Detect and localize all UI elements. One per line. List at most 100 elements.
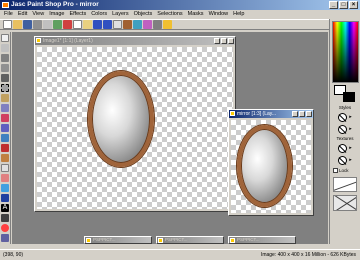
arrow-tool-icon[interactable] — [1, 34, 9, 42]
main-document-window[interactable]: Image1* [1:1] (Layer1) — [34, 36, 236, 212]
mirror-canvas[interactable] — [231, 120, 311, 213]
menu-layers[interactable]: Layers — [112, 10, 129, 19]
tool-palette: A — [0, 32, 11, 244]
zoom-icon[interactable] — [113, 20, 122, 29]
lasso-tool-icon[interactable] — [1, 94, 9, 102]
menu-view[interactable]: View — [32, 10, 44, 19]
main-doc-controls — [214, 37, 234, 44]
minimize-icon[interactable] — [292, 111, 298, 117]
new-file-icon[interactable] — [3, 20, 12, 29]
main-document-titlebar[interactable]: Image1* [1:1] (Layer1) — [35, 37, 235, 45]
maximize-icon[interactable] — [299, 111, 305, 117]
minimized-title-2: PSPPICT... — [165, 237, 188, 242]
preview-box[interactable] — [333, 177, 357, 192]
menu-help[interactable]: Help — [233, 10, 244, 19]
style-null-icon[interactable] — [338, 125, 348, 134]
close-button[interactable]: × — [349, 1, 358, 9]
close-icon[interactable] — [228, 38, 234, 44]
mirror-doc-controls — [292, 110, 312, 117]
menu-effects[interactable]: Effects — [69, 10, 86, 19]
close-icon[interactable] — [306, 111, 312, 117]
scan-icon[interactable] — [43, 20, 52, 29]
texture-null-icon[interactable] — [338, 144, 348, 153]
text-tool-icon[interactable]: A — [1, 204, 9, 212]
lock-checkbox[interactable] — [333, 168, 338, 173]
copy-icon[interactable] — [73, 20, 82, 29]
undo-icon[interactable] — [93, 20, 102, 29]
document-icon — [158, 238, 163, 243]
help-icon[interactable] — [163, 20, 172, 29]
dropdown-arrow-icon[interactable]: ▸ — [349, 156, 352, 165]
style-null-icon[interactable] — [338, 113, 348, 122]
menu-colors[interactable]: Colors — [91, 10, 107, 19]
crop-tool-icon[interactable] — [1, 64, 9, 72]
dropper-icon[interactable] — [1, 114, 9, 122]
picture-tube-icon[interactable] — [1, 174, 9, 182]
background-swatch[interactable] — [342, 92, 355, 102]
menu-image[interactable]: Image — [49, 10, 64, 19]
minimized-titlebar: PSPPICT... — [229, 237, 295, 243]
flood-fill-icon[interactable] — [1, 194, 9, 202]
eraser-icon[interactable] — [1, 164, 9, 172]
histogram-icon[interactable] — [143, 20, 152, 29]
minimized-titlebar: PSPPICT... — [85, 237, 151, 243]
status-bar: (398, 90) Image: 400 x 400 x 16 Million … — [0, 249, 360, 259]
mirror-document-window[interactable]: mirror [1:3] (Lay... — [228, 109, 314, 216]
line-tool-icon[interactable] — [1, 214, 9, 222]
menu-window[interactable]: Window — [209, 10, 229, 19]
deform-tool-icon[interactable] — [1, 54, 9, 62]
save-icon[interactable] — [23, 20, 32, 29]
color-spectrum[interactable] — [331, 21, 359, 83]
airbrush-icon[interactable] — [1, 184, 9, 192]
minimized-window-3[interactable]: PSPPICT... — [228, 236, 296, 244]
minimized-titlebar: PSPPICT... — [157, 237, 223, 243]
mirror-document-titlebar[interactable]: mirror [1:3] (Lay... — [229, 110, 313, 118]
menu-edit[interactable]: Edit — [18, 10, 27, 19]
magic-wand-icon[interactable] — [1, 104, 9, 112]
browse-icon[interactable] — [53, 20, 62, 29]
vector-tool-icon[interactable] — [1, 234, 9, 242]
palette-icon[interactable] — [123, 20, 132, 29]
maximize-button[interactable]: □ — [339, 1, 348, 9]
clone-brush-icon[interactable] — [1, 134, 9, 142]
paste-icon[interactable] — [83, 20, 92, 29]
paint-brush-icon[interactable] — [1, 124, 9, 132]
dropdown-arrow-icon[interactable]: ▸ — [349, 125, 352, 134]
overview-icon[interactable] — [153, 20, 162, 29]
menu-file[interactable]: File — [4, 10, 13, 19]
title-bar: Jasc Paint Shop Pro - mirror _ □ × — [0, 0, 360, 10]
zoom-tool-icon[interactable] — [1, 44, 9, 52]
cut-icon[interactable] — [63, 20, 72, 29]
dropdown-arrow-icon[interactable]: ▸ — [349, 113, 352, 122]
lock-label: Lock — [339, 168, 349, 173]
print-icon[interactable] — [33, 20, 42, 29]
minimized-window-1[interactable]: PSPPICT... — [84, 236, 152, 244]
minimize-button[interactable]: _ — [329, 1, 338, 9]
menu-masks[interactable]: Masks — [188, 10, 204, 19]
open-folder-icon[interactable] — [13, 20, 22, 29]
maximize-icon[interactable] — [221, 38, 227, 44]
shape-tool-icon[interactable] — [1, 224, 9, 232]
mover-tool-icon[interactable] — [1, 74, 9, 82]
texture-null-icon[interactable] — [338, 156, 348, 165]
mirror-document-title: mirror [1:3] (Lay... — [237, 111, 277, 117]
overview-box[interactable] — [333, 195, 357, 211]
document-icon — [230, 238, 235, 243]
menu-selections[interactable]: Selections — [157, 10, 182, 19]
textures-label: Textures — [336, 136, 354, 141]
minimized-window-2[interactable]: PSPPICT... — [156, 236, 224, 244]
menu-objects[interactable]: Objects — [134, 10, 153, 19]
layers-icon[interactable] — [133, 20, 142, 29]
workspace: Image1* [1:1] (Layer1) mirror [1:3] (Lay… — [12, 32, 328, 244]
mirror-oval-image — [237, 125, 292, 207]
document-icon — [86, 238, 91, 243]
main-canvas[interactable] — [37, 47, 233, 209]
menu-bar: File Edit View Image Effects Colors Laye… — [0, 10, 360, 19]
color-replacer-icon[interactable] — [1, 144, 9, 152]
selection-tool-icon[interactable] — [1, 84, 9, 92]
minimize-icon[interactable] — [214, 38, 220, 44]
main-document-title: Image1* [1:1] (Layer1) — [43, 38, 93, 44]
dropdown-arrow-icon[interactable]: ▸ — [349, 144, 352, 153]
retouch-icon[interactable] — [1, 154, 9, 162]
redo-icon[interactable] — [103, 20, 112, 29]
